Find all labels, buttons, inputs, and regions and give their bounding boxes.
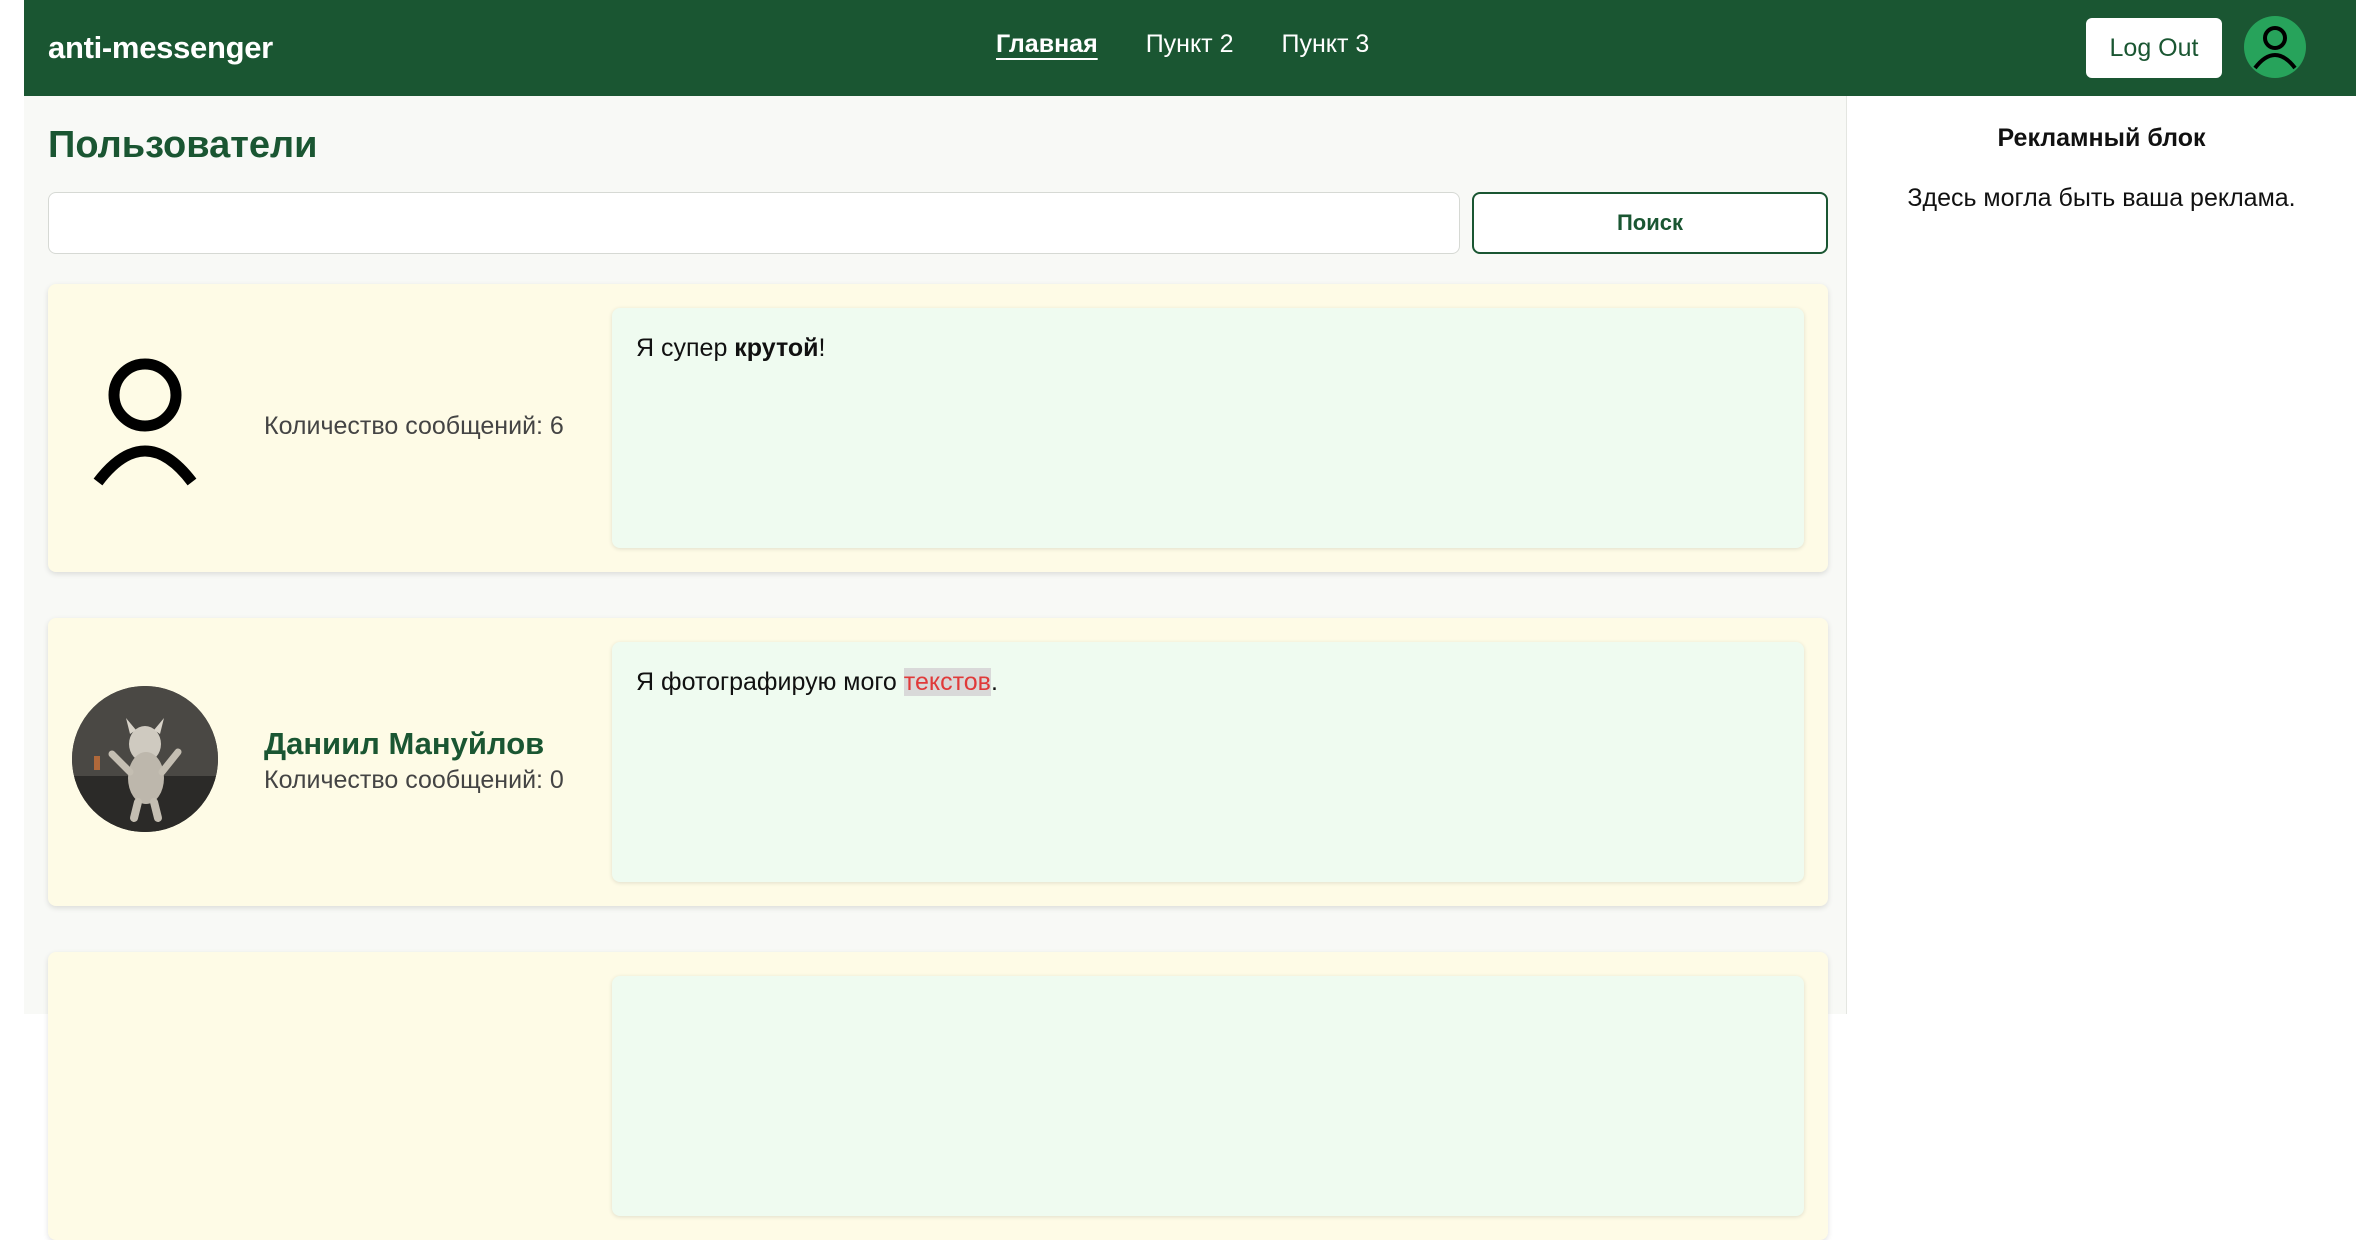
user-icon bbox=[2253, 26, 2297, 70]
brand-logo[interactable]: anti-messenger bbox=[48, 30, 273, 66]
user-card[interactable]: Количество сообщений: 6 Я супер крутой! bbox=[48, 284, 1828, 572]
page-title: Пользователи bbox=[48, 124, 318, 166]
profile-avatar[interactable] bbox=[2244, 16, 2306, 78]
user-name[interactable]: Даниил Мануйлов bbox=[264, 726, 544, 762]
nav-item-2[interactable]: Пункт 2 bbox=[1146, 30, 1234, 59]
message-count: Количество сообщений: 6 bbox=[264, 412, 564, 440]
highlighted-word: текстов bbox=[903, 668, 991, 696]
message-count: Количество сообщений: 0 bbox=[264, 766, 564, 794]
default-user-icon bbox=[72, 352, 218, 498]
message-text: Я супер крутой! bbox=[636, 334, 826, 362]
ad-text: Здесь могла быть ваша реклама. bbox=[1907, 184, 2296, 212]
page: anti-messenger Главная Пункт 2 Пункт 3 L… bbox=[24, 0, 2356, 1240]
search-button[interactable]: Поиск bbox=[1472, 192, 1828, 254]
user-icon bbox=[93, 358, 197, 486]
main-content: Пользователи Поиск Количество сообщений:… bbox=[24, 96, 1846, 1240]
user-card[interactable]: Даниил Мануйлов Количество сообщений: 0 … bbox=[48, 618, 1828, 906]
main-nav: Главная Пункт 2 Пункт 3 bbox=[996, 30, 1369, 59]
ad-title: Рекламный блок bbox=[1997, 124, 2206, 152]
message-text: Я фотографирую мого текстов. bbox=[636, 668, 998, 696]
logout-button[interactable]: Log Out bbox=[2086, 18, 2222, 78]
message-box bbox=[612, 976, 1804, 1216]
top-navbar: anti-messenger Главная Пункт 2 Пункт 3 L… bbox=[24, 0, 2356, 96]
nav-item-3[interactable]: Пункт 3 bbox=[1281, 30, 1369, 59]
user-card[interactable] bbox=[48, 952, 1828, 1240]
search-input[interactable] bbox=[48, 192, 1460, 254]
ad-sidebar: Рекламный блок Здесь могла быть ваша рек… bbox=[1846, 96, 2356, 1014]
message-box: Я фотографирую мого текстов. bbox=[612, 642, 1804, 882]
nav-item-home[interactable]: Главная bbox=[996, 30, 1098, 59]
user-avatar-photo[interactable] bbox=[72, 686, 218, 832]
message-box: Я супер крутой! bbox=[612, 308, 1804, 548]
photo-image bbox=[72, 686, 218, 832]
